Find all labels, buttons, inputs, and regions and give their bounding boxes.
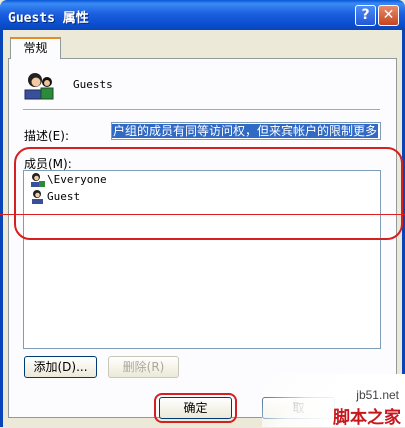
group-name: Guests: [73, 78, 113, 91]
tab-general[interactable]: 常规: [10, 37, 61, 59]
watermark-site: jb51.net: [356, 388, 399, 402]
user-group-icon: [24, 73, 54, 100]
add-button[interactable]: 添加(D)...: [24, 356, 97, 378]
description-label: 描述(E):: [24, 129, 69, 143]
annotation-line: [0, 214, 405, 215]
description-field[interactable]: 户组的成员有同等访问权，但来宾帐户的限制更多: [111, 122, 381, 140]
separator: [23, 109, 380, 111]
annotation-oval: [14, 147, 403, 240]
close-button[interactable]: ✕: [378, 5, 399, 26]
description-value: 户组的成员有同等访问权，但来宾帐户的限制更多: [112, 124, 379, 138]
help-button[interactable]: ?: [355, 5, 376, 26]
remove-button[interactable]: 删除(R): [108, 356, 179, 378]
window-title: Guests 属性: [8, 11, 89, 26]
watermark-brand: 脚本之家: [333, 408, 401, 428]
title-bar[interactable]: Guests 属性 ? ✕: [0, 0, 405, 30]
annotation-oval: [154, 393, 237, 423]
